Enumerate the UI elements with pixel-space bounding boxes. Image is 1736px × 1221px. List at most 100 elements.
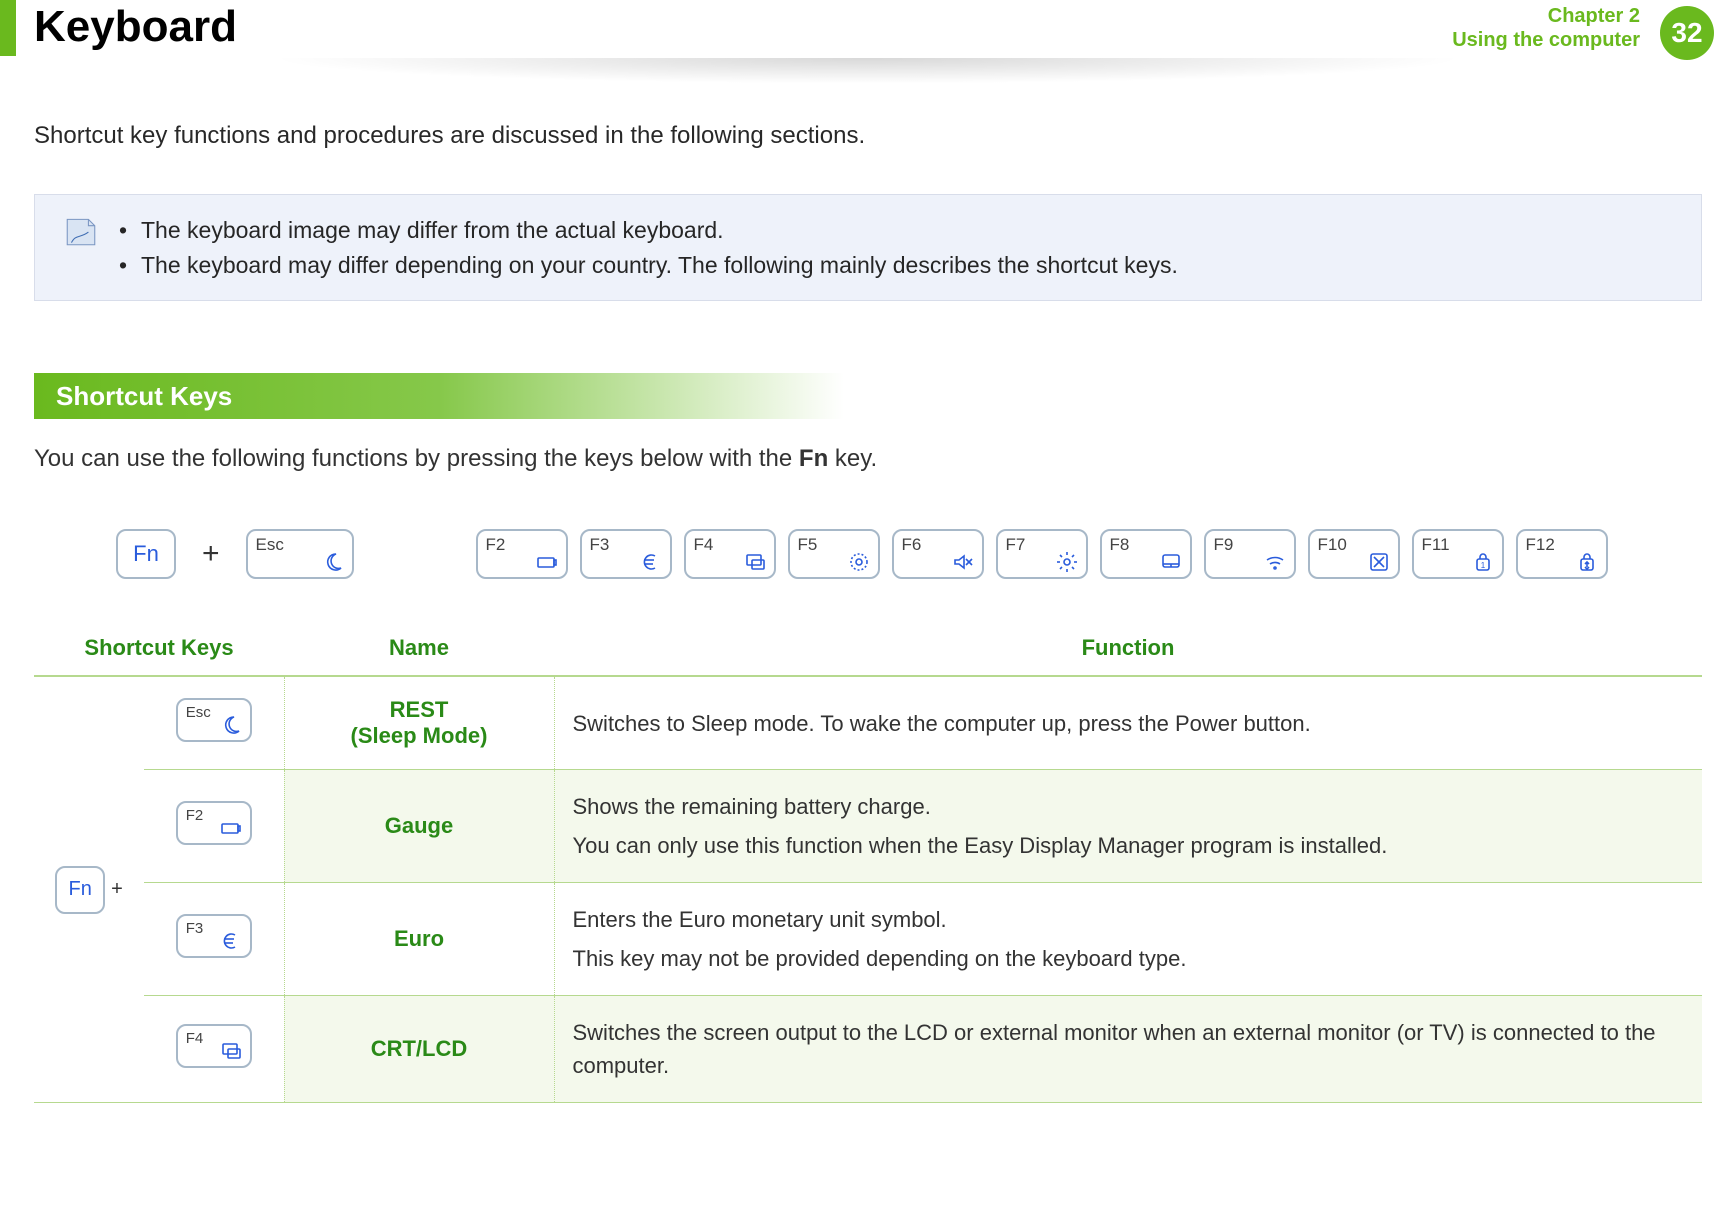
moon-icon (322, 551, 344, 573)
key-label: F2 (486, 535, 506, 555)
brightness-down-icon (848, 551, 870, 573)
f2-key: F2 (476, 529, 568, 579)
func-cell: Enters the Euro monetary unit symbol. Th… (554, 883, 1702, 996)
f11-key: F11 (1412, 529, 1504, 579)
table-row: F2 Gauge Shows the remaining battery cha… (34, 770, 1702, 883)
section-paragraph: You can use the following functions by p… (34, 445, 1702, 473)
fn-combo-cell: Fn + (34, 676, 144, 1103)
keycell: Esc (144, 676, 284, 770)
th-shortcut-keys: Shortcut Keys (34, 621, 284, 676)
key-label: F6 (902, 535, 922, 555)
etiquette-icon (1368, 551, 1390, 573)
mute-icon (952, 551, 974, 573)
key-label: F4 (694, 535, 714, 555)
name-cell: Euro (284, 883, 554, 996)
f3-key: F3 (176, 914, 252, 958)
plus-sign: + (202, 537, 220, 571)
f2-key: F2 (176, 801, 252, 845)
key-label: F10 (1318, 535, 1347, 555)
keycell: F3 (144, 883, 284, 996)
key-label: F12 (1526, 535, 1555, 555)
note-icon (63, 213, 99, 249)
crtlcd-icon (744, 551, 766, 573)
fn-bold: Fn (799, 445, 828, 472)
chapter-line2: Using the computer (1452, 28, 1640, 52)
page-header: Keyboard Chapter 2 Using the computer 32 (0, 0, 1736, 60)
f8-key: F8 (1100, 529, 1192, 579)
section-para-pre: You can use the following functions by p… (34, 445, 799, 472)
section-heading: Shortcut Keys (34, 373, 844, 419)
func-text: Switches to Sleep mode. To wake the comp… (573, 707, 1685, 740)
f4-key: F4 (176, 1024, 252, 1068)
keycell: F4 (144, 996, 284, 1103)
key-label: Esc (256, 535, 284, 555)
intro-paragraph: Shortcut key functions and procedures ar… (34, 122, 1702, 150)
key-label: F3 (186, 920, 204, 937)
wifi-icon (1264, 551, 1286, 573)
scrolllock-icon (1576, 551, 1598, 573)
func-cell: Switches the screen output to the LCD or… (554, 996, 1702, 1103)
page-number-badge: 32 (1660, 6, 1714, 60)
func-text: Enters the Euro monetary unit symbol. (573, 903, 1685, 936)
esc-key: Esc (176, 698, 252, 742)
f12-key: F12 (1516, 529, 1608, 579)
touchpad-icon (1160, 551, 1182, 573)
th-function: Function (554, 621, 1702, 676)
f10-key: F10 (1308, 529, 1400, 579)
f6-key: F6 (892, 529, 984, 579)
th-name: Name (284, 621, 554, 676)
f7-key: F7 (996, 529, 1088, 579)
chapter-label: Chapter 2 Using the computer (1452, 4, 1640, 52)
key-label: F3 (590, 535, 610, 555)
func-text: Switches the screen output to the LCD or… (573, 1016, 1685, 1082)
battery-icon (220, 817, 242, 839)
section-heading-label: Shortcut Keys (56, 381, 232, 412)
func-text: Shows the remaining battery charge. (573, 790, 1685, 823)
fn-key: Fn (116, 529, 176, 579)
func-cell: Switches to Sleep mode. To wake the comp… (554, 676, 1702, 770)
chapter-line1: Chapter 2 (1452, 4, 1640, 28)
note-item: The keyboard may differ depending on you… (119, 248, 1679, 283)
name-cell: REST (Sleep Mode) (284, 676, 554, 770)
shortcut-table: Shortcut Keys Name Function Fn + Esc (34, 621, 1702, 1103)
section-para-post: key. (828, 445, 877, 472)
key-label: Esc (186, 704, 211, 721)
numlock-icon (1472, 551, 1494, 573)
name-cell: Gauge (284, 770, 554, 883)
note-box: The keyboard image may differ from the a… (34, 194, 1702, 301)
table-row: F3 Euro Enters the Euro monetary unit sy… (34, 883, 1702, 996)
key-label: F9 (1214, 535, 1234, 555)
crtlcd-icon (220, 1040, 242, 1062)
euro-icon (640, 551, 662, 573)
key-label: F8 (1110, 535, 1130, 555)
f5-key: F5 (788, 529, 880, 579)
brightness-up-icon (1056, 551, 1078, 573)
header-shadow (20, 58, 1716, 86)
euro-icon (220, 930, 242, 952)
key-label: F2 (186, 807, 204, 824)
func-cell: Shows the remaining battery charge. You … (554, 770, 1702, 883)
header-accent (0, 0, 16, 56)
page-title: Keyboard (34, 2, 237, 52)
fn-key-row: Fn + Esc F2 F3 F4 F5 F6 F7 F8 F9 F10 F11… (116, 529, 1702, 579)
moon-icon (220, 714, 242, 736)
esc-key: Esc (246, 529, 354, 579)
f4-key: F4 (684, 529, 776, 579)
func-text: This key may not be provided depending o… (573, 942, 1685, 975)
battery-icon (536, 551, 558, 573)
key-label: F5 (798, 535, 818, 555)
name-text: REST (Sleep Mode) (351, 697, 488, 748)
key-label: F4 (186, 1030, 204, 1047)
key-label: F7 (1006, 535, 1026, 555)
table-row: Fn + Esc REST (Sleep Mode) Switches to S… (34, 676, 1702, 770)
note-item: The keyboard image may differ from the a… (119, 213, 1679, 248)
plus-sign: + (111, 878, 123, 901)
fn-key: Fn (55, 866, 105, 914)
f3-key: F3 (580, 529, 672, 579)
keycell: F2 (144, 770, 284, 883)
table-row: F4 CRT/LCD Switches the screen output to… (34, 996, 1702, 1103)
name-cell: CRT/LCD (284, 996, 554, 1103)
f9-key: F9 (1204, 529, 1296, 579)
func-text: You can only use this function when the … (573, 829, 1685, 862)
key-label: F11 (1422, 535, 1450, 555)
